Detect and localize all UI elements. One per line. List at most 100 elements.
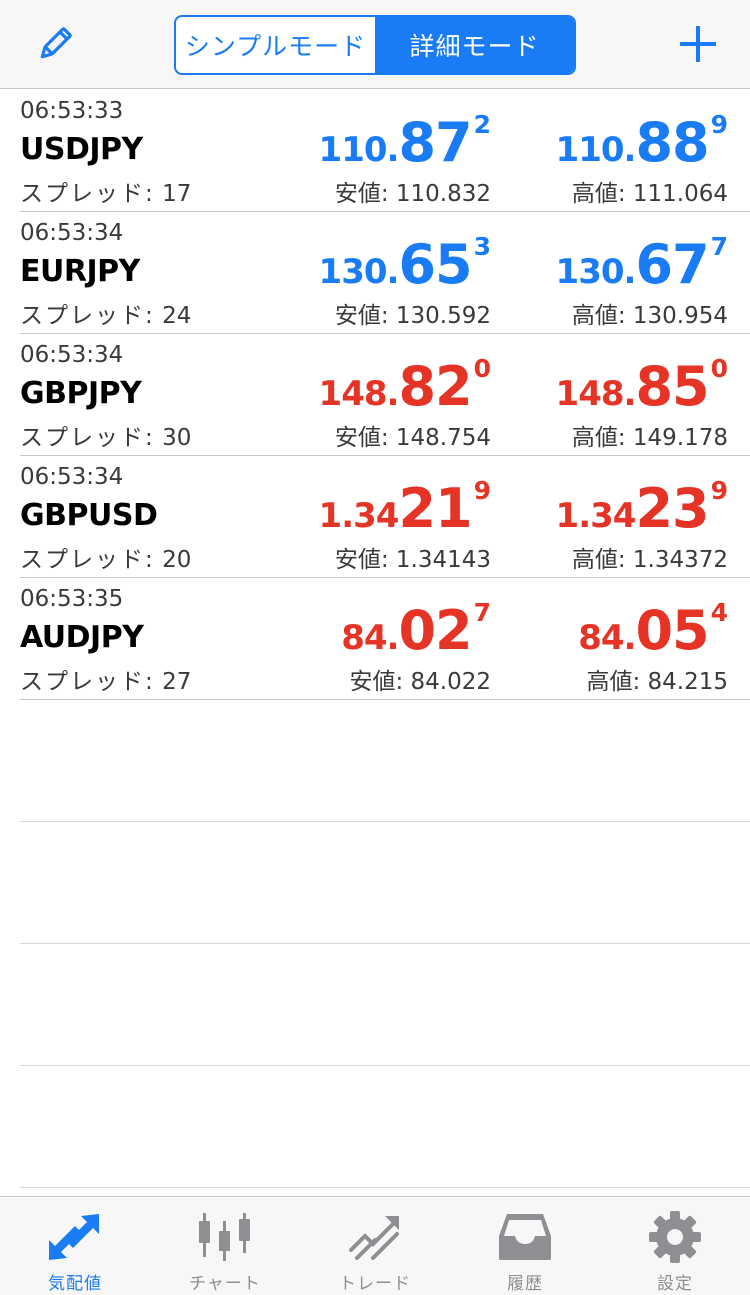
ask-price-prefix: 130. [555, 252, 637, 292]
bid-price-pip: 3 [473, 232, 491, 261]
spread: スプレッド: 27 [20, 662, 191, 696]
symbol-name: USDJPY [20, 132, 143, 167]
empty-row [0, 944, 750, 1066]
quote-time: 06:53:33 [20, 98, 124, 124]
high-label: 高値: [571, 425, 626, 451]
ask-price[interactable]: 148.850 [556, 356, 728, 414]
spread-label: スプレッド: [20, 181, 155, 207]
high-label: 高値: [586, 669, 641, 695]
tab-settings[interactable]: 設定 [600, 1197, 750, 1295]
bid-price[interactable]: 84.027 [341, 600, 491, 658]
simple-mode-tab[interactable]: シンプルモード [176, 17, 375, 73]
quote-time: 06:53:35 [20, 586, 124, 612]
spread-label: スプレッド: [20, 547, 155, 573]
tab-history[interactable]: 履歴 [450, 1197, 600, 1295]
spread-label: スプレッド: [20, 669, 155, 695]
low-value: 148.754 [395, 425, 491, 451]
bid-price-pip: 2 [473, 110, 491, 139]
bid-price-pip: 7 [473, 598, 491, 627]
spread-value: 20 [162, 547, 192, 573]
navigation-bar: シンプルモード 詳細モード [0, 0, 750, 89]
high-label: 高値: [571, 303, 626, 329]
symbol-name: AUDJPY [20, 620, 144, 655]
ask-price[interactable]: 84.054 [578, 600, 728, 658]
mode-segmented-control: シンプルモード 詳細モード [174, 15, 576, 75]
ask-price-big: 67 [635, 233, 709, 296]
low-value: 84.022 [410, 669, 491, 695]
spread-value: 24 [162, 303, 192, 329]
plus-icon [680, 26, 716, 62]
tab-label: チャート [189, 1274, 261, 1294]
ask-price-big: 88 [635, 111, 709, 174]
ask-price-prefix: 1.34 [555, 496, 637, 536]
ask-price[interactable]: 1.34239 [556, 478, 728, 536]
ask-price-prefix: 148. [555, 374, 637, 414]
edit-button[interactable] [30, 22, 80, 66]
high-price: 高値: 1.34372 [572, 540, 728, 574]
low-value: 110.832 [395, 181, 491, 207]
bid-price-pip: 9 [473, 476, 491, 505]
high-value: 149.178 [632, 425, 728, 451]
quote-row[interactable]: 06:53:34 GBPUSD スプレッド: 20 1.34219 1.3423… [0, 456, 750, 578]
tab-label: 履歴 [507, 1274, 543, 1294]
tab-quotes[interactable]: 気配値 [0, 1197, 150, 1295]
bid-price-prefix: 130. [318, 252, 400, 292]
spread-value: 30 [162, 425, 192, 451]
low-price: 安値: 148.754 [335, 418, 491, 452]
ask-price-prefix: 84. [578, 618, 636, 658]
ask-price[interactable]: 110.889 [556, 112, 728, 170]
symbol-name: GBPJPY [20, 376, 142, 411]
detail-mode-tab[interactable]: 詳細モード [375, 17, 574, 73]
quote-time: 06:53:34 [20, 220, 124, 246]
high-price: 高値: 149.178 [572, 418, 728, 452]
low-label: 安値: [334, 547, 389, 573]
pencil-icon [40, 27, 72, 59]
bid-price-big: 02 [398, 599, 472, 662]
quote-row[interactable]: 06:53:35 AUDJPY スプレッド: 27 84.027 84.054 … [0, 578, 750, 700]
ask-price-pip: 9 [710, 476, 728, 505]
settings-gear-icon [645, 1209, 705, 1265]
bid-price-big: 21 [398, 477, 472, 540]
bid-price-pip: 0 [473, 354, 491, 383]
tab-label: トレード [339, 1274, 411, 1294]
bid-price[interactable]: 148.820 [319, 356, 491, 414]
spread-label: スプレッド: [20, 303, 155, 329]
spread: スプレッド: 17 [20, 174, 191, 208]
bid-price[interactable]: 110.872 [319, 112, 491, 170]
high-price: 高値: 130.954 [572, 296, 728, 330]
history-inbox-icon [495, 1209, 555, 1265]
bid-price[interactable]: 130.653 [319, 234, 491, 292]
quote-row[interactable]: 06:53:34 GBPJPY スプレッド: 30 148.820 148.85… [0, 334, 750, 456]
quote-list: 06:53:33 USDJPY スプレッド: 17 110.872 110.88… [0, 90, 750, 1188]
add-symbol-button[interactable] [670, 18, 726, 70]
high-price: 高値: 111.064 [572, 174, 728, 208]
bid-price-prefix: 1.34 [318, 496, 400, 536]
ask-price-big: 23 [635, 477, 709, 540]
spread-value: 27 [162, 669, 192, 695]
bid-price[interactable]: 1.34219 [319, 478, 491, 536]
ask-price-pip: 7 [710, 232, 728, 261]
bid-price-big: 87 [398, 111, 472, 174]
bid-price-prefix: 110. [318, 130, 400, 170]
ask-price-pip: 0 [710, 354, 728, 383]
ask-price-big: 85 [635, 355, 709, 418]
low-price: 安値: 1.34143 [335, 540, 491, 574]
tab-chart[interactable]: チャート [150, 1197, 300, 1295]
bid-price-prefix: 84. [341, 618, 399, 658]
high-value: 84.215 [647, 669, 728, 695]
ask-price[interactable]: 130.677 [556, 234, 728, 292]
quote-row[interactable]: 06:53:33 USDJPY スプレッド: 17 110.872 110.88… [0, 90, 750, 212]
spread: スプレッド: 30 [20, 418, 191, 452]
tab-trade[interactable]: トレード [300, 1197, 450, 1295]
low-label: 安値: [349, 669, 404, 695]
low-label: 安値: [334, 181, 389, 207]
high-value: 1.34372 [632, 547, 728, 573]
spread-value: 17 [162, 181, 192, 207]
ask-price-prefix: 110. [555, 130, 637, 170]
high-label: 高値: [571, 547, 626, 573]
symbol-name: EURJPY [20, 254, 140, 289]
quote-row[interactable]: 06:53:34 EURJPY スプレッド: 24 130.653 130.67… [0, 212, 750, 334]
spread: スプレッド: 20 [20, 540, 191, 574]
ask-price-pip: 9 [710, 110, 728, 139]
high-price: 高値: 84.215 [586, 662, 728, 696]
